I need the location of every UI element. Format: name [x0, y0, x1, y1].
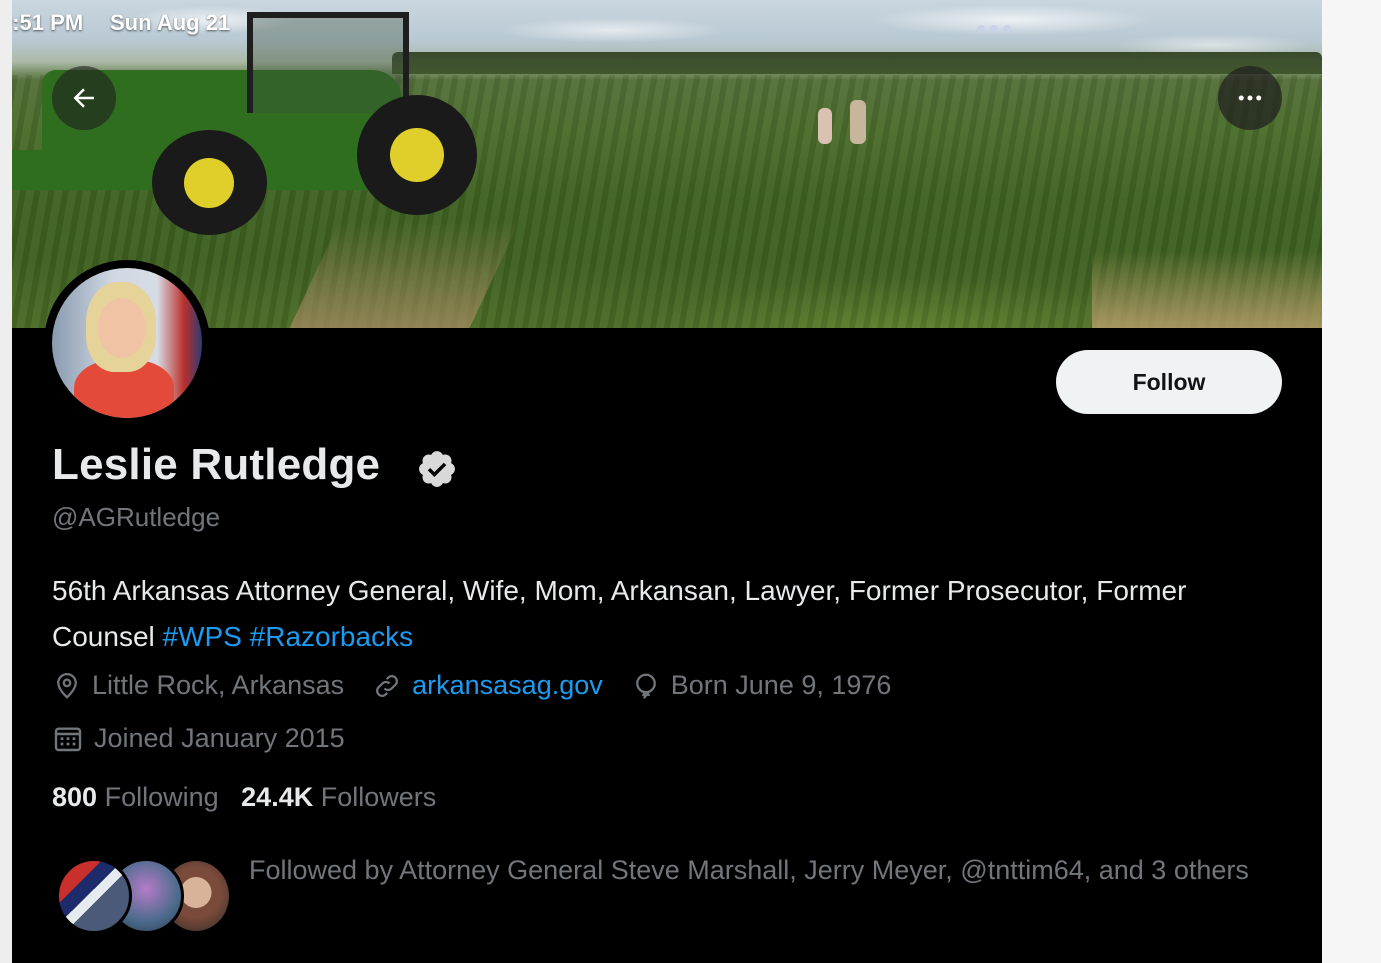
location-item: Little Rock, Arkansas [52, 670, 344, 701]
hashtag-link[interactable]: #Razorbacks [250, 621, 413, 652]
birthday-item: Born June 9, 1976 [631, 670, 892, 701]
screen-edge-right [1322, 0, 1381, 963]
profile-meta-row: Joined January 2015 [52, 722, 373, 754]
more-options-button[interactable] [1218, 66, 1282, 130]
location-icon [57, 672, 77, 699]
screen-edge-left [0, 0, 12, 963]
birthday-balloon-icon [635, 673, 656, 699]
status-bar-date: Sun Aug 21 [110, 10, 231, 35]
profile-page: 9:51 PM Sun Aug 21 Follow Leslie Rutledg… [12, 0, 1322, 963]
profile-name: Leslie Rutledge [52, 440, 381, 489]
status-bar-time: 9:51 PM [12, 10, 84, 35]
joined-item: Joined January 2015 [52, 722, 345, 754]
follow-button[interactable]: Follow [1056, 350, 1282, 414]
location-text: Little Rock, Arkansas [92, 670, 345, 700]
profile-banner-image[interactable]: 9:51 PM Sun Aug 21 [12, 0, 1322, 328]
website-item: arkansasag.gov [372, 670, 603, 701]
verified-badge-icon[interactable] [416, 448, 458, 490]
more-options-icon [1238, 95, 1262, 101]
birthday-text: Born June 9, 1976 [670, 670, 892, 700]
followed-by-avatars[interactable] [56, 858, 236, 934]
followers-link[interactable]: 24.4K Followers [241, 782, 436, 812]
joined-text: Joined January 2015 [94, 722, 345, 753]
following-link[interactable]: 800 Following [52, 782, 219, 812]
back-arrow-icon [73, 88, 94, 108]
hashtag-link[interactable]: #WPS [163, 621, 242, 652]
calendar-icon [54, 727, 82, 752]
avatar [56, 858, 132, 934]
follow-counts: 800 Following 24.4K Followers [52, 782, 436, 813]
profile-avatar[interactable] [44, 260, 210, 426]
multitasking-dots-icon[interactable] [977, 20, 1016, 38]
website-link[interactable]: arkansasag.gov [412, 670, 603, 701]
profile-bio: 56th Arkansas Attorney General, Wife, Mo… [52, 568, 1252, 660]
followed-by-text[interactable]: Followed by Attorney General Steve Marsh… [249, 848, 1259, 892]
profile-handle: @AGRutledge [52, 502, 221, 532]
link-icon [376, 674, 399, 697]
profile-meta-row: Little Rock, Arkansas arkansasag.gov Bor… [52, 670, 919, 701]
back-button[interactable] [52, 66, 116, 130]
